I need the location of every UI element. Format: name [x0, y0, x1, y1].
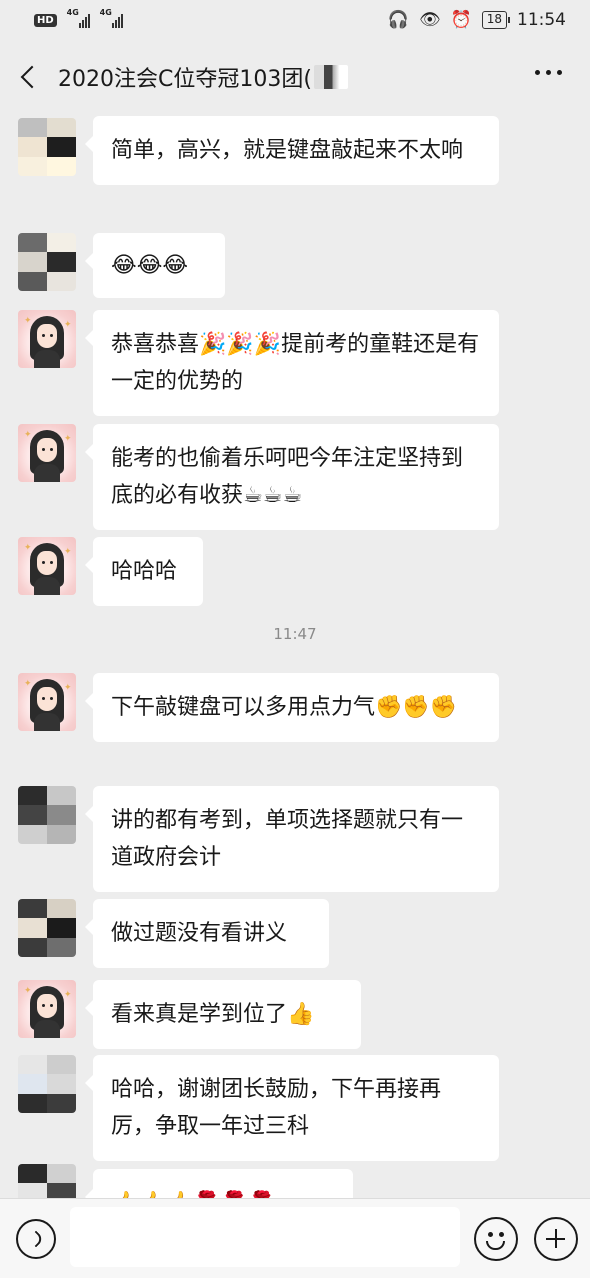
signal-icon: 4G — [100, 8, 123, 28]
chat-title: 2020注会C位夺冠103团( — [58, 61, 348, 93]
avatar[interactable] — [18, 786, 76, 844]
message-bubble[interactable]: 下午敲键盘可以多用点力气✊✊✊ — [85, 673, 499, 742]
headphones-icon: 🎧 — [387, 10, 409, 30]
avatar[interactable] — [18, 1164, 76, 1198]
more-dots-icon — [535, 70, 540, 75]
message-bubble[interactable]: 恭喜恭喜🎉🎉🎉提前考的童鞋还是有一定的优势的 — [85, 310, 499, 416]
message-bubble[interactable]: 😂😂😂 — [85, 233, 225, 298]
message-bubble[interactable]: 哈哈，谢谢团长鼓励，下午再接再厉，争取一年过三科 — [85, 1055, 499, 1161]
alarm-icon: ⏰ — [450, 10, 472, 30]
avatar[interactable]: ✦ ✦ — [18, 310, 76, 368]
message-bubble[interactable]: 简单，高兴，就是键盘敲起来不太响 — [85, 116, 499, 185]
back-button[interactable] — [0, 40, 58, 114]
status-time: 11:54 — [517, 10, 566, 30]
avatar[interactable]: ✦ ✦ — [18, 980, 76, 1038]
message-bubble[interactable]: 做过题没有看讲义 — [85, 899, 329, 968]
more-button[interactable] — [535, 70, 562, 75]
message-bubble[interactable]: 哈哈哈 — [85, 537, 203, 606]
chevron-left-icon — [20, 65, 44, 89]
message-bubble[interactable]: 👍👍👍🌹🌹🌹 — [85, 1169, 353, 1198]
avatar[interactable]: ✦ ✦ — [18, 537, 76, 595]
message-bubble[interactable]: 看来真是学到位了👍 — [85, 980, 361, 1049]
emoji-icon[interactable] — [474, 1217, 518, 1261]
plus-icon[interactable] — [534, 1217, 578, 1261]
avatar[interactable]: ✦ ✦ — [18, 673, 76, 731]
chat-area[interactable]: 简单，高兴，就是键盘敲起来不太响 😂😂😂 ✦ ✦ 恭喜恭喜🎉🎉🎉提前考的童鞋还是有… — [0, 114, 590, 1198]
status-bar: HD 4G 4G 🎧 👁 ⏰ 18 11:54 — [0, 0, 590, 40]
time-separator: 11:47 — [273, 625, 317, 643]
avatar[interactable]: ✦ ✦ — [18, 424, 76, 482]
message-input[interactable] — [70, 1207, 460, 1267]
avatar[interactable] — [18, 233, 76, 291]
signal-icon: 4G — [67, 8, 90, 28]
message-bubble[interactable]: 讲的都有考到，单项选择题就只有一道政府会计 — [85, 786, 499, 892]
message-bubble[interactable]: 能考的也偷着乐呵吧今年注定坚持到底的必有收获☕☕☕ — [85, 424, 499, 530]
avatar[interactable] — [18, 1055, 76, 1113]
voice-icon[interactable] — [16, 1219, 56, 1259]
nav-bar: 2020注会C位夺冠103团( — [0, 40, 590, 114]
avatar[interactable] — [18, 899, 76, 957]
blurred-title-suffix — [313, 65, 348, 89]
status-left: HD 4G 4G — [34, 8, 123, 28]
avatar[interactable] — [18, 118, 76, 176]
battery-icon: 18 — [481, 11, 511, 29]
hd-badge: HD — [34, 13, 57, 27]
eye-icon: 👁 — [418, 10, 441, 30]
input-bar — [0, 1198, 590, 1278]
status-right: 🎧 👁 ⏰ 18 11:54 — [388, 10, 566, 30]
